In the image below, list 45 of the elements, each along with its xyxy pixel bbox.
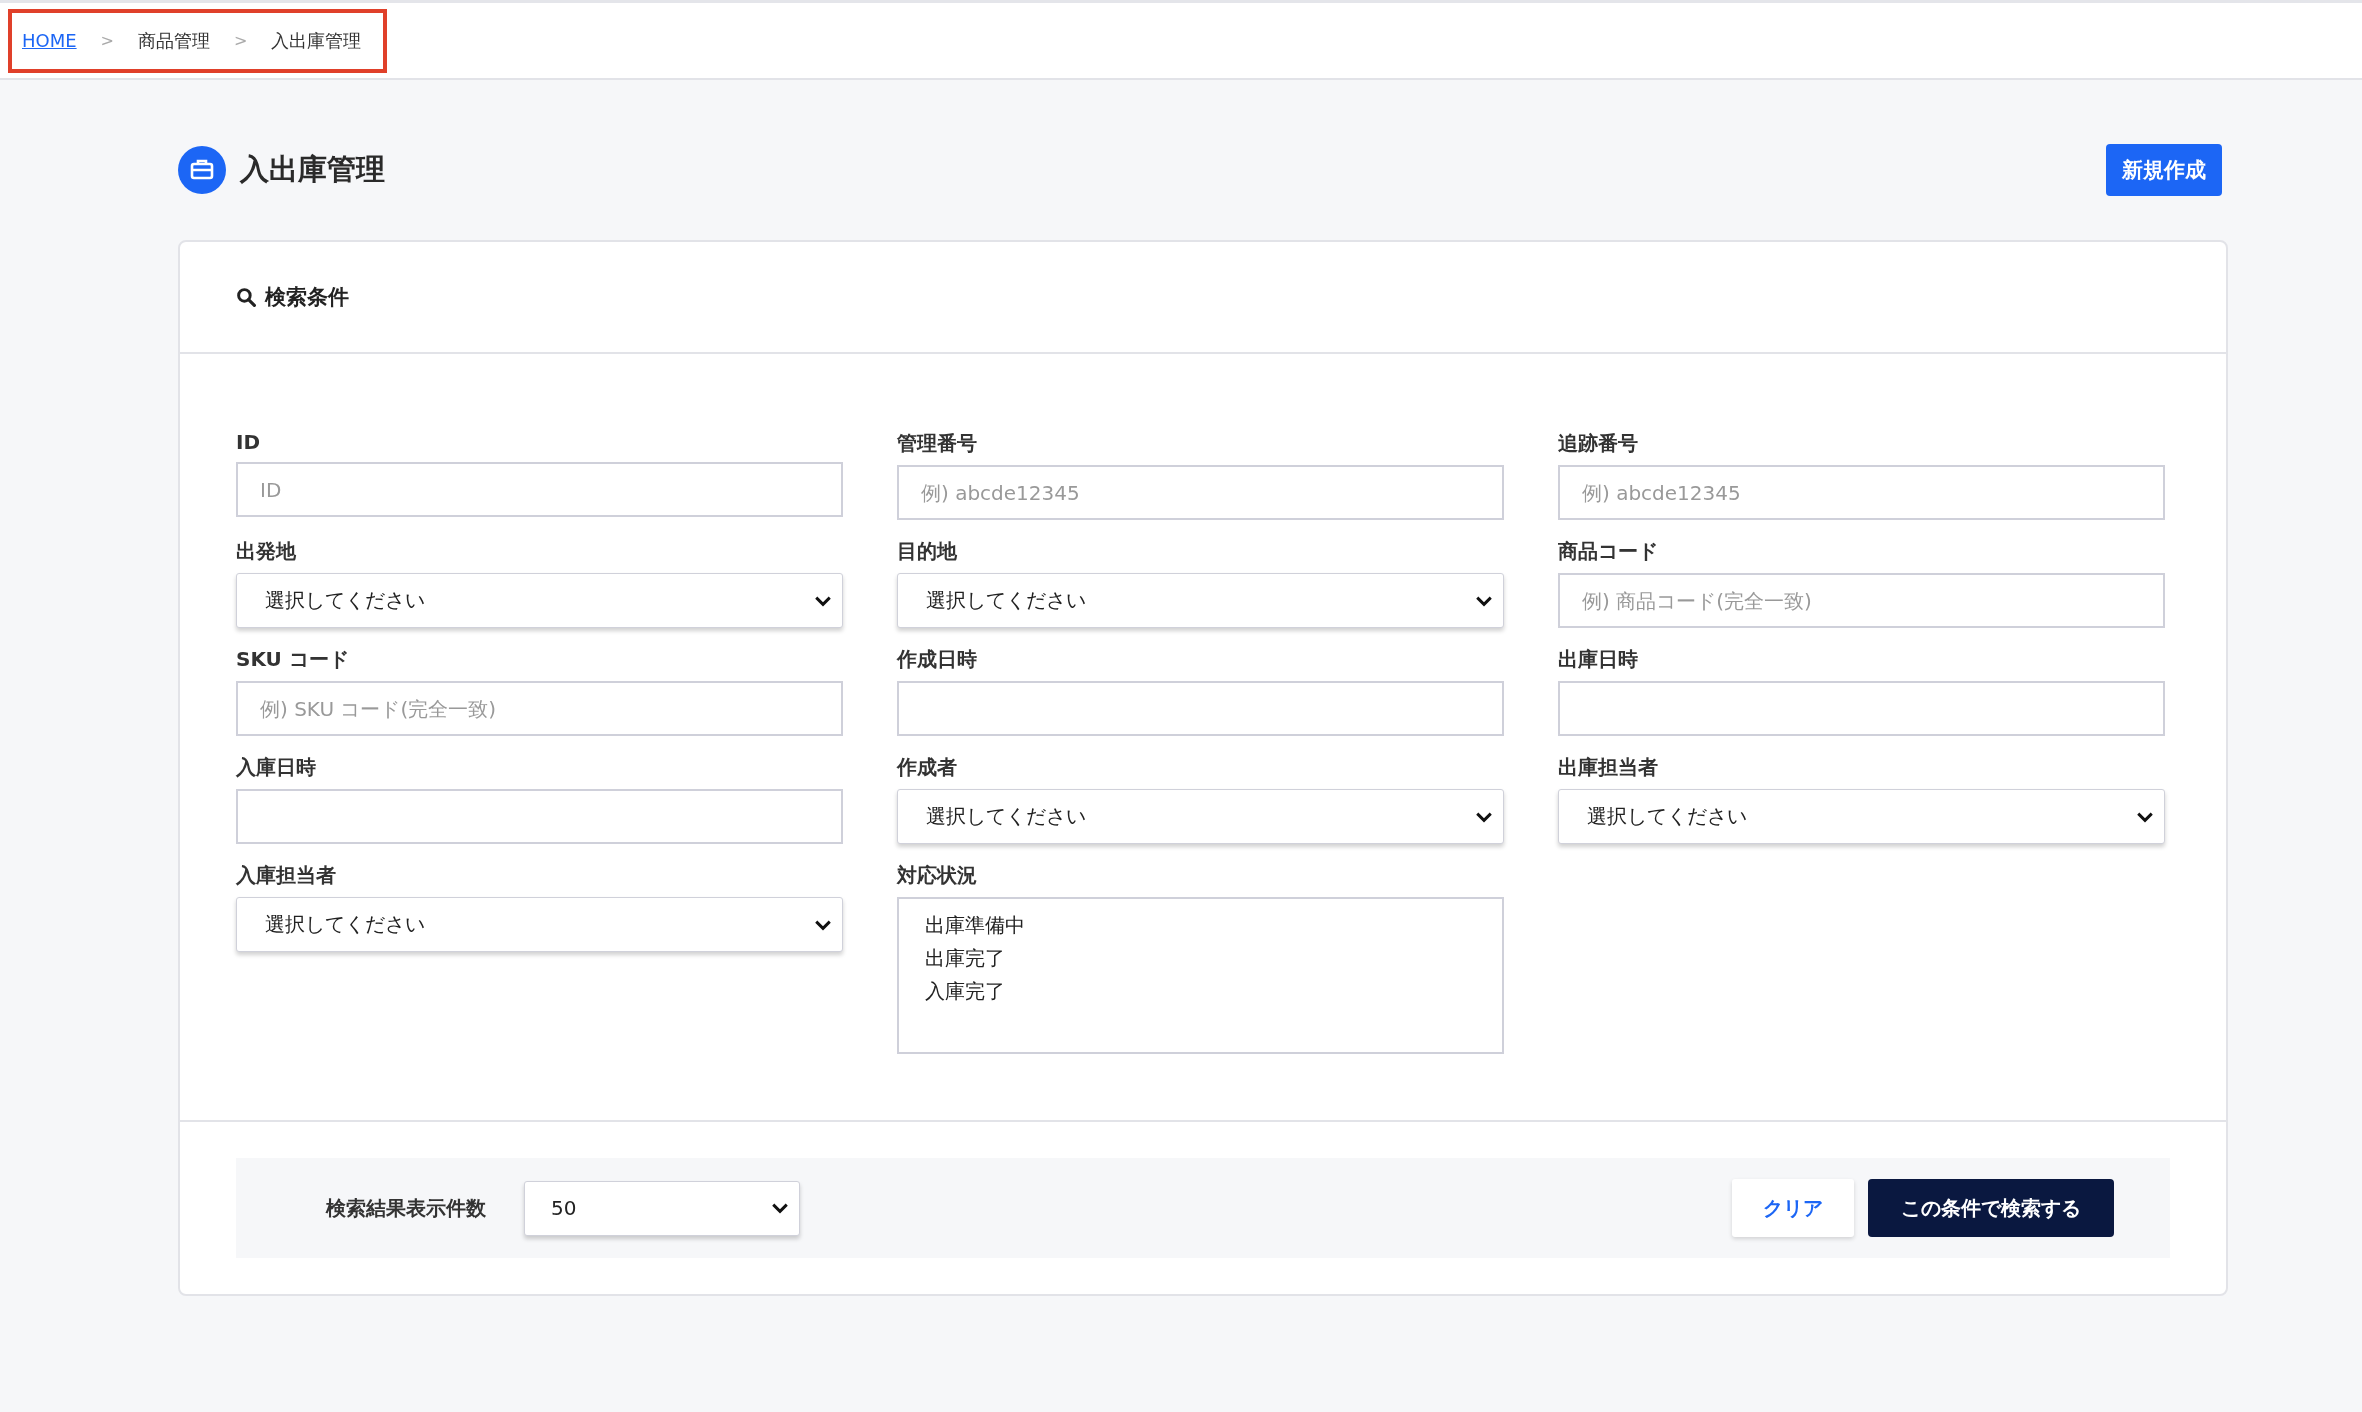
listbox-option[interactable]: 出庫準備中 bbox=[925, 909, 1025, 942]
breadcrumb-separator: > bbox=[100, 31, 114, 50]
field-label: 目的地 bbox=[897, 538, 958, 565]
search-button[interactable]: この条件で検索する bbox=[1868, 1179, 2114, 1237]
input-field[interactable]: ID bbox=[236, 462, 843, 517]
date-field[interactable] bbox=[236, 789, 843, 844]
select-field[interactable]: 選択してください bbox=[897, 789, 1504, 844]
breadcrumb-item: 商品管理 bbox=[138, 28, 210, 53]
field-label: 作成日時 bbox=[897, 646, 978, 673]
briefcase-icon bbox=[178, 146, 226, 194]
field-label: 対応状況 bbox=[897, 862, 978, 889]
select-field[interactable]: 50 bbox=[524, 1180, 800, 1236]
breadcrumb-item: 入出庫管理 bbox=[271, 28, 362, 53]
field-label: 入庫日時 bbox=[236, 754, 317, 781]
date-field[interactable] bbox=[1558, 681, 2165, 736]
input-field[interactable]: 例) abcde12345 bbox=[897, 465, 1504, 520]
field-label: 追跡番号 bbox=[1558, 430, 1639, 457]
breadcrumb-link[interactable]: HOME bbox=[22, 30, 77, 51]
field-label: 出庫担当者 bbox=[1558, 754, 1659, 781]
field-label: 出庫日時 bbox=[1558, 646, 1639, 673]
listbox-option[interactable]: 入庫完了 bbox=[925, 975, 1005, 1008]
new-button[interactable]: 新規作成 bbox=[2106, 144, 2222, 196]
select-field[interactable]: 選択してください bbox=[897, 573, 1504, 628]
input-field[interactable]: 例) 商品コード(完全一致) bbox=[1558, 573, 2165, 628]
input-field[interactable]: 例) SKU コード(完全一致) bbox=[236, 681, 843, 736]
breadcrumb-separator: > bbox=[234, 31, 248, 50]
select-field[interactable]: 選択してください bbox=[1558, 789, 2165, 844]
select-field[interactable]: 選択してください bbox=[236, 897, 843, 952]
field-label: ID bbox=[236, 430, 262, 454]
page-title: 入出庫管理 bbox=[240, 151, 385, 188]
search-icon bbox=[236, 286, 257, 308]
field-label: 作成者 bbox=[897, 754, 958, 781]
listbox[interactable]: 出庫準備中 出庫完了 入庫完了 bbox=[897, 897, 1504, 1054]
date-field[interactable] bbox=[897, 681, 1504, 736]
section-title: 検索条件 bbox=[265, 284, 349, 311]
input-field[interactable]: 例) abcde12345 bbox=[1558, 465, 2165, 520]
field-label: 入庫担当者 bbox=[236, 862, 337, 889]
listbox-option[interactable]: 出庫完了 bbox=[925, 942, 1005, 975]
results-label: 検索結果表示件数 bbox=[326, 1194, 486, 1222]
select-field[interactable]: 選択してください bbox=[236, 573, 843, 628]
field-label: 出発地 bbox=[236, 538, 297, 565]
field-label: 商品コード bbox=[1558, 538, 1659, 565]
clear-button[interactable]: クリア bbox=[1732, 1179, 1854, 1237]
field-label: 管理番号 bbox=[897, 430, 978, 457]
field-label: SKU コード bbox=[236, 646, 350, 673]
